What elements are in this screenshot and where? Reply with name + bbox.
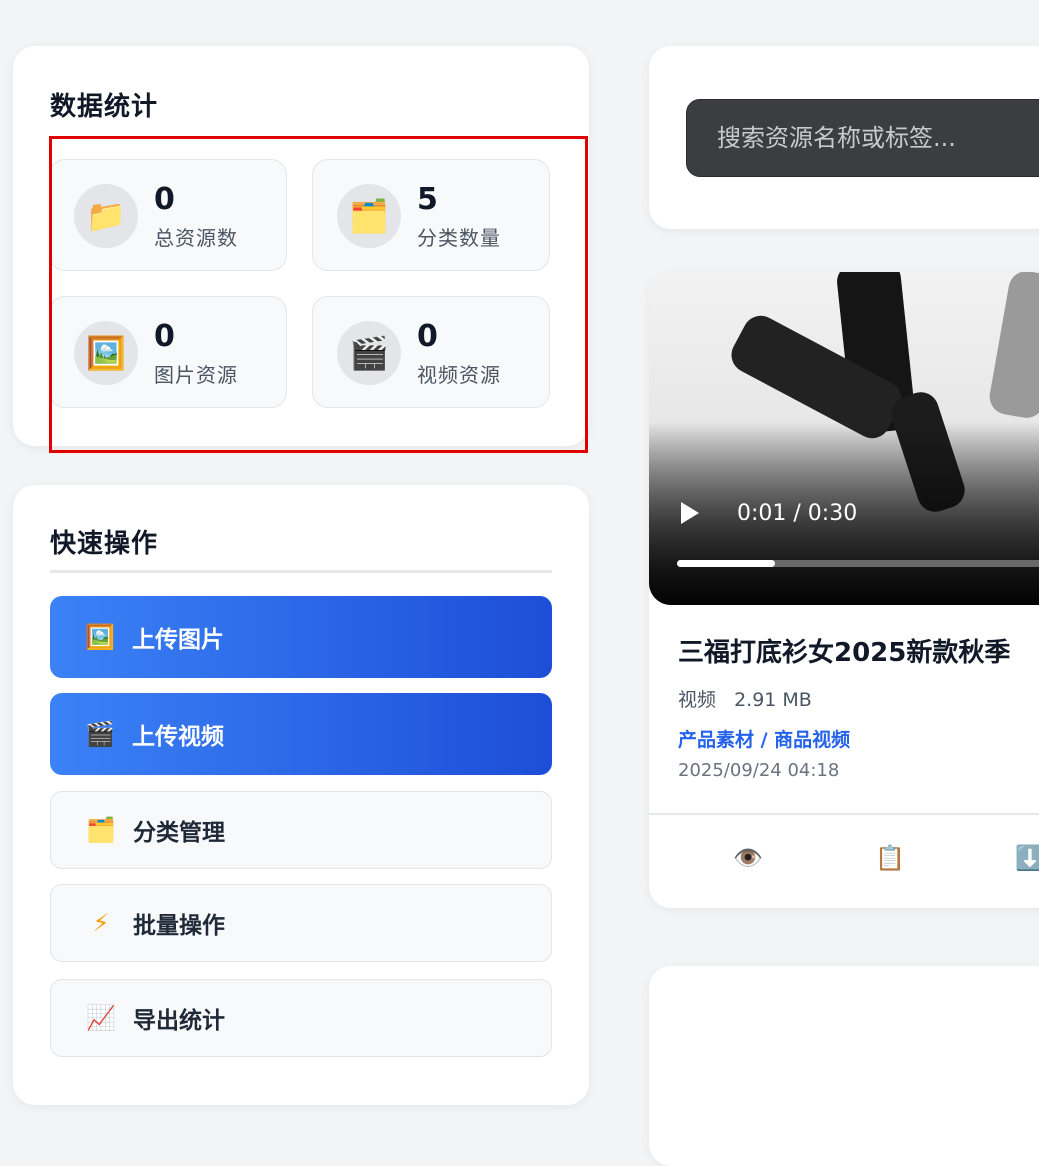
- button-label: 分类管理: [133, 820, 225, 846]
- play-icon[interactable]: [681, 502, 699, 524]
- resource-title[interactable]: 三福打底衫女2025新款秋季: [678, 632, 1010, 669]
- search-input[interactable]: [686, 99, 1039, 177]
- download-icon[interactable]: ⬇️: [1015, 844, 1039, 872]
- quick-actions-title: 快速操作: [50, 529, 159, 559]
- resource-size: 2.91 MB: [734, 689, 812, 711]
- video-frame-figure: [986, 272, 1039, 421]
- divider: [649, 813, 1039, 815]
- clapper-board-icon: 🎬: [337, 321, 401, 385]
- button-label: 批量操作: [133, 913, 225, 939]
- clapper-board-icon: 🎬: [85, 720, 115, 748]
- resource-meta: 视频 2.91 MB: [678, 685, 812, 712]
- search-card: [649, 46, 1039, 229]
- upload-image-button[interactable]: 🖼️ 上传图片: [50, 596, 552, 678]
- category-management-button[interactable]: 🗂️ 分类管理: [50, 791, 552, 869]
- video-progress-fill: [677, 560, 775, 567]
- button-label: 导出统计: [133, 1008, 225, 1034]
- chart-increasing-icon: 📈: [86, 1004, 116, 1032]
- quick-actions-card: 快速操作 🖼️ 上传图片 🎬 上传视频 🗂️ 分类管理 ⚡ 批量操作 📈 导出统…: [13, 485, 589, 1105]
- resource-card-next: [649, 966, 1039, 1166]
- stat-image-resources: 🖼️ 0 图片资源: [49, 296, 287, 408]
- stat-label: 总资源数: [154, 226, 238, 250]
- button-label: 上传图片: [132, 627, 224, 653]
- video-time: 0:01 / 0:30: [737, 501, 858, 526]
- upload-video-button[interactable]: 🎬 上传视频: [50, 693, 552, 775]
- video-progress-bar[interactable]: [677, 560, 1039, 567]
- resource-card: 0:01 / 0:30 三福打底衫女2025新款秋季 视频 2.91 MB 产品…: [649, 272, 1039, 908]
- stats-card: 数据统计 📁 0 总资源数 🗂️ 5 分类数量 🖼️ 0 图片资源 🎬 0 视频…: [13, 46, 589, 446]
- stat-video-resources: 🎬 0 视频资源: [312, 296, 550, 408]
- stat-category-count: 🗂️ 5 分类数量: [312, 159, 550, 271]
- stat-value: 0: [154, 319, 175, 354]
- clipboard-icon[interactable]: 📋: [875, 844, 905, 872]
- card-index-dividers-icon: 🗂️: [337, 184, 401, 248]
- stat-label: 分类数量: [417, 226, 501, 250]
- folder-icon: 📁: [74, 184, 138, 248]
- framed-picture-icon: 🖼️: [85, 623, 115, 651]
- title-divider: [50, 570, 552, 573]
- export-statistics-button[interactable]: 📈 导出统计: [50, 979, 552, 1057]
- stat-value: 0: [154, 182, 175, 217]
- stat-label: 图片资源: [154, 363, 238, 387]
- resource-type: 视频: [678, 689, 717, 711]
- stats-title: 数据统计: [50, 92, 159, 122]
- eye-icon[interactable]: 👁️: [733, 844, 763, 872]
- stat-label: 视频资源: [417, 363, 501, 387]
- batch-operation-button[interactable]: ⚡ 批量操作: [50, 884, 552, 962]
- resource-date: 2025/09/24 04:18: [678, 760, 840, 781]
- stat-value: 0: [417, 319, 438, 354]
- framed-picture-icon: 🖼️: [74, 321, 138, 385]
- card-index-dividers-icon: 🗂️: [86, 816, 116, 844]
- stat-total-resources: 📁 0 总资源数: [49, 159, 287, 271]
- resource-category[interactable]: 产品素材 / 商品视频: [678, 725, 850, 752]
- stat-value: 5: [417, 182, 438, 217]
- video-player[interactable]: 0:01 / 0:30: [649, 272, 1039, 605]
- button-label: 上传视频: [132, 724, 224, 750]
- lightning-icon: ⚡: [92, 909, 110, 937]
